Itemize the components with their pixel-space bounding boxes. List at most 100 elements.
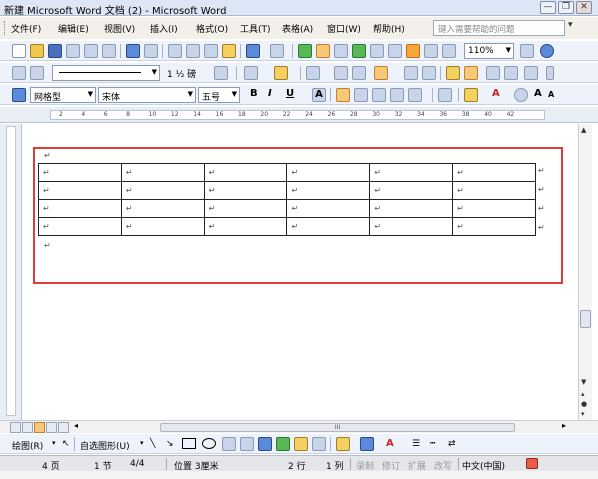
distribute-columns-icon[interactable]: [422, 66, 436, 80]
print-preview-icon[interactable]: [102, 44, 116, 58]
help-dropdown-icon[interactable]: ▾: [568, 20, 573, 30]
numbering-icon[interactable]: [438, 88, 452, 102]
shading-color-icon[interactable]: [274, 66, 288, 80]
align-center-icon[interactable]: [354, 88, 368, 102]
table-cell[interactable]: ↵: [120, 181, 205, 200]
drawing-icon[interactable]: [388, 44, 402, 58]
table-cell[interactable]: ↵: [286, 181, 371, 200]
font-size-select[interactable]: 五号 ▼: [198, 87, 240, 103]
rectangle-tool-icon[interactable]: [182, 438, 196, 449]
line-weight-select[interactable]: 1 ½ 磅: [164, 65, 210, 81]
table-autoformat-icon[interactable]: [446, 66, 460, 80]
autosum-icon[interactable]: [524, 66, 538, 80]
draw-table-icon[interactable]: [12, 66, 26, 80]
web-layout-icon[interactable]: [22, 422, 33, 433]
horizontal-scroll-thumb[interactable]: III: [160, 423, 515, 432]
table-cell[interactable]: ↵: [286, 163, 371, 182]
clip-art-icon[interactable]: [294, 437, 308, 451]
wordart-icon[interactable]: [258, 437, 272, 451]
menu-window[interactable]: 窗口(W): [327, 22, 361, 35]
font-select[interactable]: 宋体 ▼: [98, 87, 196, 103]
table-cell[interactable]: ↵: [38, 217, 122, 236]
character-border-button[interactable]: A: [312, 88, 326, 102]
grow-font-button[interactable]: A: [534, 88, 542, 99]
menu-help[interactable]: 帮助(H): [373, 22, 405, 35]
table-cell[interactable]: ↵: [452, 181, 536, 200]
table-cell[interactable]: ↵: [120, 199, 205, 218]
help-icon[interactable]: [540, 44, 554, 58]
insert-picture-icon[interactable]: [312, 437, 326, 451]
format-painter-icon[interactable]: [222, 44, 236, 58]
tables-borders-icon[interactable]: [316, 44, 330, 58]
distributed-icon[interactable]: [390, 88, 404, 102]
distribute-rows-icon[interactable]: [404, 66, 418, 80]
table-cell[interactable]: ↵: [286, 199, 371, 218]
draw-menu-button[interactable]: 绘图(R): [12, 439, 43, 452]
minimize-button[interactable]: —: [540, 1, 556, 14]
insert-table-grid-icon[interactable]: [306, 66, 320, 80]
scroll-right-icon[interactable]: ▸: [562, 421, 566, 430]
read-mode-icon[interactable]: [442, 44, 456, 58]
show-gridlines-icon[interactable]: [464, 66, 478, 80]
align-justify-icon[interactable]: [336, 88, 350, 102]
line-tool-icon[interactable]: ╲: [150, 439, 155, 449]
redo-icon[interactable]: [270, 44, 284, 58]
outline-view-icon[interactable]: [46, 422, 57, 433]
close-button[interactable]: ✕: [576, 1, 592, 14]
menu-file[interactable]: 文件(F): [11, 22, 41, 35]
arrow-tool-icon[interactable]: ↘: [166, 439, 174, 449]
line-style-icon[interactable]: ☰: [412, 439, 420, 449]
permission-icon[interactable]: [66, 44, 80, 58]
research-icon[interactable]: [144, 44, 158, 58]
table-cell[interactable]: ↵: [203, 199, 288, 218]
open-folder-icon[interactable]: [30, 44, 44, 58]
drawing-font-color-icon[interactable]: A: [386, 438, 394, 449]
menubar-grip[interactable]: [4, 21, 7, 35]
diagram-icon[interactable]: [276, 437, 290, 451]
reading-view-icon[interactable]: [58, 422, 69, 433]
underline-button[interactable]: U: [286, 88, 294, 99]
table-cell[interactable]: ↵: [369, 217, 454, 236]
scroll-thumb[interactable]: [580, 310, 591, 328]
browse-object-icon[interactable]: ●: [581, 400, 587, 408]
italic-button[interactable]: I: [268, 88, 272, 99]
show-hide-icon[interactable]: [424, 44, 438, 58]
menu-table[interactable]: 表格(A): [282, 22, 313, 35]
print-icon[interactable]: [84, 44, 98, 58]
sort-descending-icon[interactable]: [504, 66, 518, 80]
table-cell[interactable]: ↵: [203, 217, 288, 236]
arrow-style-icon[interactable]: ⇄: [448, 439, 456, 449]
table-cell[interactable]: ↵: [203, 163, 288, 182]
new-document-icon[interactable]: [12, 44, 26, 58]
eraser-icon[interactable]: [30, 66, 44, 80]
autoshapes-button[interactable]: 自选图形(U): [80, 439, 130, 452]
vertical-ruler[interactable]: [0, 124, 22, 422]
help-search-input[interactable]: 键入需要帮助的问题: [433, 20, 565, 36]
table-cell[interactable]: ↵: [38, 181, 122, 200]
chevron-down-icon[interactable]: ▾: [52, 439, 56, 447]
table-cell[interactable]: ↵: [369, 163, 454, 182]
menu-view[interactable]: 视图(V): [104, 22, 135, 35]
dash-style-icon[interactable]: ┅: [430, 439, 435, 449]
table-cell[interactable]: ↵: [120, 163, 205, 182]
horizontal-ruler[interactable]: 2 4 6 8 10 12 14 16 18 20 22 24 26 28 30 32 34 36 38 40 42: [0, 107, 598, 123]
align-cell-icon[interactable]: [374, 66, 388, 80]
split-cells-icon[interactable]: [352, 66, 366, 80]
fill-color-icon[interactable]: [336, 437, 350, 451]
cut-icon[interactable]: [168, 44, 182, 58]
font-color-button[interactable]: A: [492, 88, 500, 99]
columns-icon[interactable]: [370, 44, 384, 58]
table-cell[interactable]: ↵: [120, 217, 205, 236]
document-table[interactable]: ↵ ↵ ↵ ↵ ↵ ↵ ↵ ↵ ↵ ↵ ↵ ↵ ↵ ↵ ↵ ↵ ↵ ↵ ↵ ↵ ↵ ↵ ↵ ↵: [38, 163, 536, 236]
highlight-icon[interactable]: [464, 88, 478, 102]
insert-excel-icon[interactable]: [352, 44, 366, 58]
style-select[interactable]: 网格型 ▼: [30, 87, 96, 103]
table-cell[interactable]: ↵: [203, 181, 288, 200]
print-layout-icon[interactable]: [34, 422, 45, 433]
outside-border-icon[interactable]: [244, 66, 258, 80]
save-icon[interactable]: [48, 44, 62, 58]
undo-icon[interactable]: [246, 44, 260, 58]
menu-insert[interactable]: 插入(I): [150, 22, 178, 35]
normal-view-icon[interactable]: [10, 422, 21, 433]
hyperlink-icon[interactable]: [298, 44, 312, 58]
